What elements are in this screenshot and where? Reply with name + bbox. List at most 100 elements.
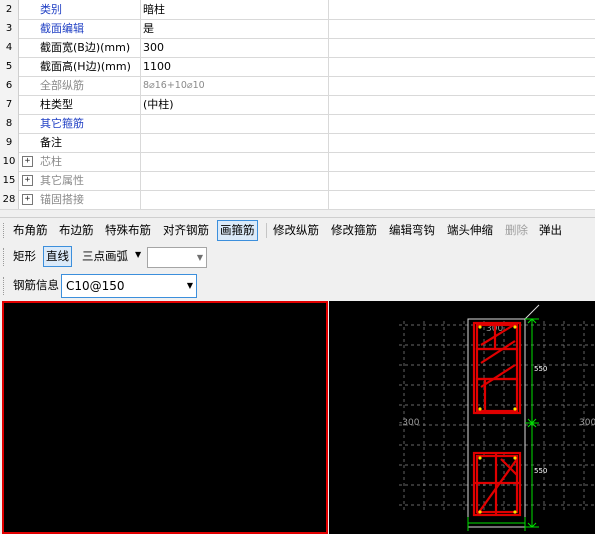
draw-stirrup-button[interactable]: 画箍筋 [217,220,258,241]
line-button[interactable]: 直线 [43,246,72,267]
row-number: 10 [0,152,19,171]
column-divider [328,190,329,209]
rebar-info-select[interactable]: C10@150 ▼ [61,274,197,298]
property-row[interactable]: 4 截面宽(B边)(mm) 300 [0,38,595,58]
property-value[interactable]: (中柱) [143,95,174,114]
rebar-info-value: C10@150 [66,279,125,293]
row-number: 6 [0,76,19,95]
column-divider [328,57,329,76]
column-divider [140,0,141,19]
column-divider [140,57,141,76]
three-point-arc-button[interactable]: 三点画弧 [80,247,130,266]
toolbar-grip[interactable] [3,277,6,295]
property-name: 其它箍筋 [40,117,84,130]
end-extend-button[interactable]: 端头伸缩 [445,221,495,240]
edit-hook-button[interactable]: 编辑弯钩 [387,221,437,240]
column-divider [328,95,329,114]
column-divider [328,38,329,57]
property-row[interactable]: 15 + 其它属性 [0,171,595,191]
property-name: 截面高(H边)(mm) [40,60,131,73]
column-divider [328,171,329,190]
property-row[interactable]: 9 备注 [0,133,595,153]
row-number: 7 [0,95,19,114]
axis-label-right: 300 [579,418,595,428]
rectangle-button[interactable]: 矩形 [11,247,38,266]
column-divider [140,19,141,38]
axis-label-left: -300 [399,418,420,428]
property-name: 芯柱 [40,155,62,168]
chevron-down-icon: ▼ [186,281,193,290]
rebar-info-toolbar: 钢筋信息 C10@150 ▼ [0,272,595,299]
column-divider [140,190,141,209]
row-number: 3 [0,19,19,38]
property-name: 柱类型 [40,98,73,111]
property-row[interactable]: 8 其它箍筋 [0,114,595,134]
property-value[interactable]: 1100 [143,57,171,76]
column-divider [140,114,141,133]
property-row[interactable]: 7 柱类型 (中柱) [0,95,595,115]
delete-button[interactable]: 删除 [503,221,530,240]
property-name: 全部纵筋 [40,79,84,92]
section-drawing: -300 300 300 550 550 [399,304,595,531]
property-name: 其它属性 [40,174,84,187]
property-value[interactable]: 8⌀16+10⌀10 [143,76,205,95]
toolbar-separator [266,223,267,238]
toolbar-grip[interactable] [3,223,6,238]
eject-button[interactable]: 弹出 [537,221,564,240]
property-row[interactable]: 3 截面编辑 是 [0,19,595,39]
toolbar-grip[interactable] [3,248,6,266]
property-value[interactable]: 300 [143,38,164,57]
property-row[interactable]: 10 + 芯柱 [0,152,595,172]
property-name: 备注 [40,136,62,149]
column-divider [328,114,329,133]
special-rebar-button[interactable]: 特殊布筋 [103,221,153,240]
stirrups[interactable] [472,321,522,517]
property-value[interactable]: 是 [143,19,154,38]
property-name: 截面编辑 [40,22,84,35]
row-number: 8 [0,114,19,133]
property-name: 类别 [40,3,62,16]
row-number: 15 [0,171,19,190]
property-row[interactable]: 5 截面高(H边)(mm) 1100 [0,57,595,77]
column-divider [328,76,329,95]
property-value[interactable]: 暗柱 [143,0,165,19]
drawing-canvas-left[interactable] [2,301,328,534]
rebar-toolbar: 布角筋 布边筋 特殊布筋 对齐钢筋 画箍筋 修改纵筋 修改箍筋 编辑弯钩 端头伸… [0,217,595,243]
dimension-label-top: 550 [534,365,547,373]
section-preview-canvas[interactable]: -300 300 300 550 550 [329,301,595,534]
edit-long-rebar-button[interactable]: 修改纵筋 [271,221,321,240]
draw-mode-toolbar: 矩形 直线 三点画弧 ▼ ▼ [0,244,595,270]
expand-plus-icon[interactable]: + [22,175,33,186]
row-number: 5 [0,57,19,76]
arc-dropdown[interactable]: ▼ [147,247,207,268]
dimension-label-bottom: 550 [534,467,547,475]
row-number: 28 [0,190,19,209]
column-divider [140,76,141,95]
row-number: 9 [0,133,19,152]
column-divider [328,152,329,171]
row-number: 2 [0,0,19,19]
chevron-down-icon: ▼ [196,253,203,262]
column-divider [140,95,141,114]
edit-stirrup-button[interactable]: 修改箍筋 [329,221,379,240]
property-row[interactable]: 2 类别 暗柱 [0,0,595,20]
column-divider [328,19,329,38]
property-grid: 2 类别 暗柱 3 截面编辑 是 4 截面宽(B边)(mm) 300 5 截面高(H边)(mm) 11… [0,0,595,210]
property-name: 截面宽(B边)(mm) [40,41,131,54]
rebar-info-label: 钢筋信息 [13,278,59,292]
arc-mode-chevron-down-icon[interactable]: ▼ [135,250,141,259]
property-row[interactable]: 28 + 锚固搭接 [0,190,595,210]
row-number: 4 [0,38,19,57]
corner-rebar-button[interactable]: 布角筋 [11,221,50,240]
property-row[interactable]: 6 全部纵筋 8⌀16+10⌀10 [0,76,595,96]
column-divider [140,38,141,57]
align-rebar-button[interactable]: 对齐钢筋 [161,221,211,240]
column-divider [328,0,329,19]
column-divider [140,171,141,190]
expand-plus-icon[interactable]: + [22,156,33,167]
leader-line [524,304,540,320]
edge-rebar-button[interactable]: 布边筋 [57,221,96,240]
column-divider [140,152,141,171]
property-name: 锚固搭接 [40,193,84,206]
expand-plus-icon[interactable]: + [22,194,33,205]
